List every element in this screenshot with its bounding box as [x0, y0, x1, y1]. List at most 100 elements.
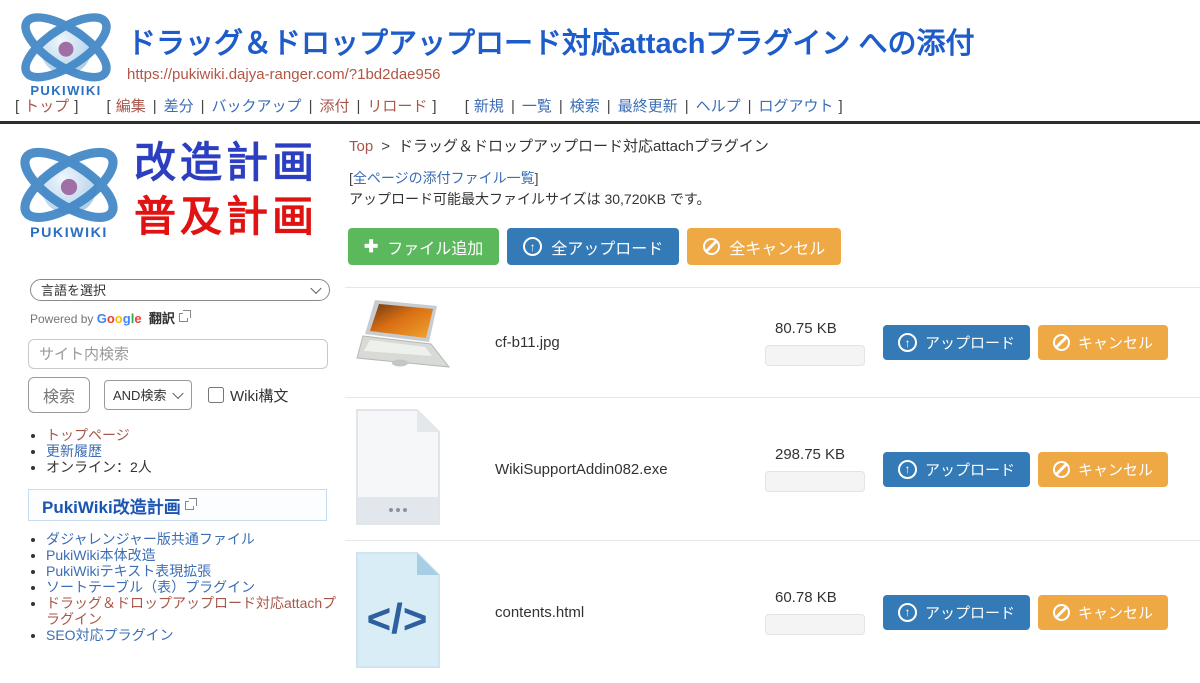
list-item: トップページ — [46, 427, 339, 443]
sidebar-item-top-page[interactable]: トップページ — [46, 427, 130, 443]
file-size: 60.78 KB — [775, 589, 883, 606]
laptop-photo-icon — [355, 297, 451, 383]
file-meta: 60.78 KB — [765, 589, 883, 635]
upload-all-button[interactable]: ↑ 全アップロード — [507, 228, 679, 265]
code-glyph: </> — [367, 595, 428, 642]
file-row: cf-b11.jpg 80.75 KB ↑ アップロード キャンセル — [345, 287, 1200, 397]
nav-item-diff[interactable]: 差分 — [164, 98, 194, 115]
nav-item-attach[interactable]: 添付 — [319, 98, 349, 115]
cancel-button[interactable]: キャンセル — [1038, 595, 1168, 630]
sidebar-item-common-files[interactable]: ダジャレンジャー版共通ファイル — [46, 531, 255, 547]
cancel-all-button[interactable]: 全キャンセル — [687, 228, 841, 265]
file-thumbnail-html: </> — [345, 550, 495, 675]
logo-wordmark: PUKIWIKI — [30, 225, 108, 241]
sidebar: PUKIWIKI 改造計画 普及計画 言語を選択 Powered by Goog… — [0, 127, 345, 630]
google-logo: Google — [97, 312, 145, 326]
pukiwiki-logo-icon[interactable]: PUKIWIKI — [10, 2, 122, 107]
sidebar-section-header: PukiWiki改造計画 — [28, 489, 327, 521]
pukiwiki-atom-icon: PUKIWIKI — [8, 135, 130, 245]
nav-item-search[interactable]: 検索 — [570, 98, 600, 115]
file-row: WikiSupportAddin082.exe 298.75 KB ↑ アップロ… — [345, 397, 1200, 540]
file-size: 298.75 KB — [775, 446, 883, 463]
plus-icon: ✚ — [364, 238, 378, 255]
nav-group-page: [編集|差分|バックアップ|添付|リロード] — [102, 98, 442, 115]
breadcrumb-current: ドラッグ＆ドロップアップロード対応attachプラグイン — [398, 138, 769, 155]
sidebar-item-text-extension[interactable]: PukiWikiテキスト表現拡張 — [46, 563, 211, 579]
nav-item-edit[interactable]: 編集 — [116, 98, 146, 115]
wiki-syntax-label: Wiki構文 — [230, 385, 288, 406]
sidebar-item-update-history[interactable]: 更新履歴 — [46, 443, 102, 459]
sidebar-logo[interactable]: PUKIWIKI 改造計画 普及計画 — [8, 135, 318, 245]
sidebar-online-count: オンライン：2人 — [46, 459, 152, 475]
sidebar-item-dnd-attach[interactable]: ドラッグ＆ドロップアップロード対応attachプラグイン — [46, 595, 336, 627]
nav-item-new[interactable]: 新規 — [474, 98, 504, 115]
google-translate-attribution: Powered by Google 翻訳 — [30, 308, 188, 327]
file-actions: ↑ アップロード キャンセル — [883, 452, 1168, 487]
external-link-icon — [185, 501, 194, 510]
wiki-syntax-checkbox[interactable] — [208, 387, 224, 403]
list-item: PukiWikiテキスト表現拡張 — [46, 563, 339, 579]
file-actions: ↑ アップロード キャンセル — [883, 595, 1168, 630]
sidebar-links-top: トップページ 更新履歴 オンライン：2人 — [46, 427, 339, 475]
list-item: オンライン：2人 — [46, 459, 339, 475]
upload-arrow-icon: ↑ — [898, 460, 917, 479]
file-meta: 298.75 KB — [765, 446, 883, 492]
nav-item-list[interactable]: 一覧 — [522, 98, 552, 115]
cancel-button[interactable]: キャンセル — [1038, 452, 1168, 487]
cancel-icon — [703, 238, 720, 255]
file-name: cf-b11.jpg — [495, 334, 765, 351]
sidebar-logo-text: 改造計画 普及計画 — [134, 136, 318, 244]
upload-arrow-icon: ↑ — [898, 333, 917, 352]
cancel-button[interactable]: キャンセル — [1038, 325, 1168, 360]
search-button[interactable]: 検索 — [28, 377, 90, 413]
nav-item-recent[interactable]: 最終更新 — [618, 98, 678, 115]
nav-item-reload[interactable]: リロード — [367, 98, 427, 115]
logo-line-kaizou: 改造計画 — [134, 136, 318, 190]
language-select-wrap: 言語を選択 — [30, 279, 330, 301]
upload-button[interactable]: ↑ アップロード — [883, 325, 1030, 360]
list-item: SEO対応プラグイン — [46, 627, 339, 643]
progress-bar — [765, 345, 865, 366]
all-attachments-link[interactable]: 全ページの添付ファイル一覧 — [353, 170, 535, 186]
file-size: 80.75 KB — [775, 320, 883, 337]
language-select[interactable]: 言語を選択 — [30, 279, 330, 301]
nav-item-help[interactable]: ヘルプ — [696, 98, 741, 115]
sidebar-item-seo-plugin[interactable]: SEO対応プラグイン — [46, 627, 174, 643]
cancel-icon — [1053, 334, 1070, 351]
nav-item-logout[interactable]: ログアウト — [759, 98, 834, 115]
sidebar-links-bottom: ダジャレンジャー版共通ファイル PukiWiki本体改造 PukiWikiテキス… — [46, 531, 339, 643]
breadcrumb: Top>ドラッグ＆ドロップアップロード対応attachプラグイン — [349, 135, 769, 156]
upload-arrow-icon: ↑ — [898, 603, 917, 622]
page-header: PUKIWIKI ドラッグ＆ドロップアップロード対応attachプラグイン への… — [0, 0, 1200, 124]
html-file-icon: </> — [355, 550, 441, 670]
file-thumbnail-generic — [345, 407, 495, 532]
upload-arrow-icon: ↑ — [523, 237, 542, 256]
add-file-button[interactable]: ✚ ファイル追加 — [348, 228, 499, 265]
nav-item-top[interactable]: トップ — [24, 98, 69, 115]
external-link-icon — [179, 313, 188, 322]
nav-item-backup[interactable]: バックアップ — [212, 98, 302, 115]
file-upload-list: cf-b11.jpg 80.75 KB ↑ アップロード キャンセル — [345, 287, 1200, 683]
list-item: 更新履歴 — [46, 443, 339, 459]
file-row: </> contents.html 60.78 KB ↑ アップロード キャンセ… — [345, 540, 1200, 683]
sidebar-item-core-mod[interactable]: PukiWiki本体改造 — [46, 547, 156, 563]
upload-button[interactable]: ↑ アップロード — [883, 595, 1030, 630]
breadcrumb-top-link[interactable]: Top — [349, 138, 373, 155]
sidebar-section-link[interactable]: PukiWiki改造計画 — [42, 493, 181, 518]
search-mode-select[interactable]: AND検索 — [104, 380, 192, 410]
progress-bar — [765, 614, 865, 635]
site-search-input[interactable] — [28, 339, 328, 369]
main-content: Top>ドラッグ＆ドロップアップロード対応attachプラグイン [全ページの添… — [345, 127, 1200, 630]
file-meta: 80.75 KB — [765, 320, 883, 366]
upload-toolbar: ✚ ファイル追加 ↑ 全アップロード 全キャンセル — [348, 228, 841, 265]
logo-line-fukyuu: 普及計画 — [134, 190, 318, 244]
cancel-icon — [1053, 604, 1070, 621]
file-name: contents.html — [495, 604, 765, 621]
upload-button[interactable]: ↑ アップロード — [883, 452, 1030, 487]
list-item: ダジャレンジャー版共通ファイル — [46, 531, 339, 547]
list-item: PukiWiki本体改造 — [46, 547, 339, 563]
sidebar-item-sort-table[interactable]: ソートテーブル（表）プラグイン — [46, 579, 255, 595]
file-name: WikiSupportAddin082.exe — [495, 461, 765, 478]
translate-link[interactable]: 翻訳 — [149, 311, 175, 326]
page-url-link[interactable]: https://pukiwiki.dajya-ranger.com/?1bd2d… — [127, 66, 441, 83]
